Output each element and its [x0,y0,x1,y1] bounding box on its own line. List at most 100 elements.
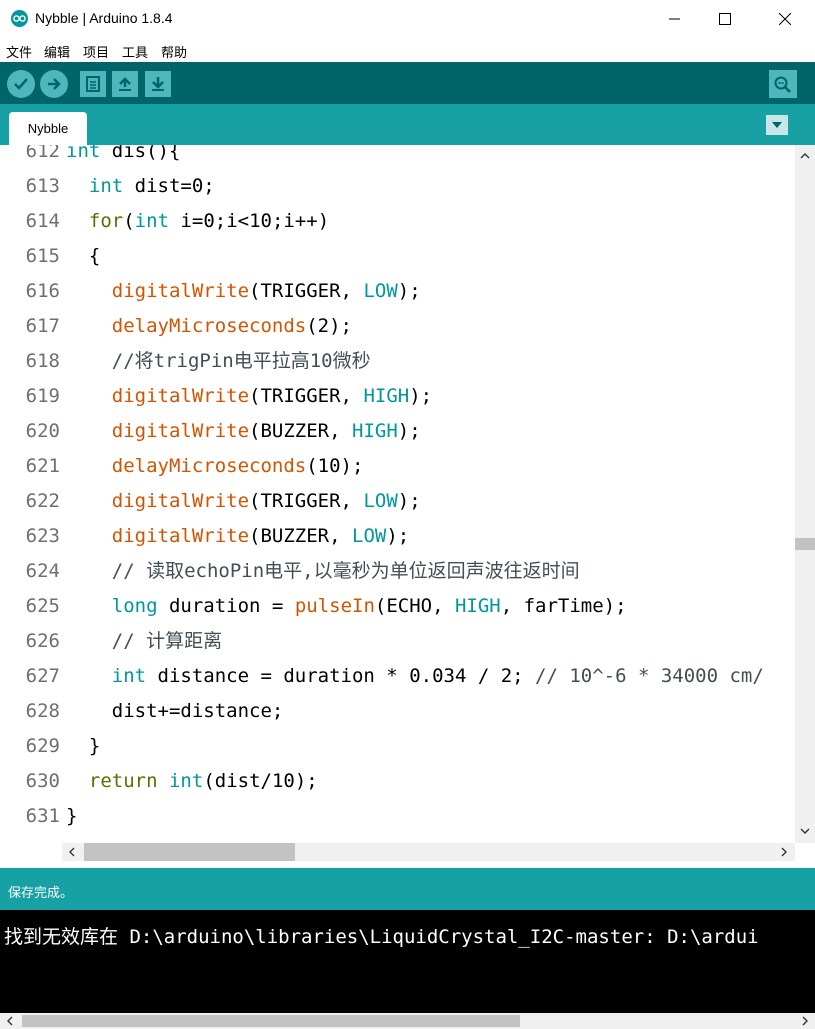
code-token: (ECHO, [374,595,455,617]
chevron-right-icon [781,847,787,857]
tab-menu-button[interactable] [766,115,788,135]
chevron-down-icon [800,828,810,834]
new-icon [86,76,100,92]
code-token-kw: int [168,770,204,792]
verify-icon [14,78,28,90]
close-icon [779,13,791,25]
code-text: for(int i=0;i<10;i++) [66,204,329,239]
code-token: ); [397,280,421,302]
line-number: 617 [25,315,60,337]
window-title: Nybble | Arduino 1.8.4 [35,10,173,26]
code-line[interactable]: 615 { [0,239,795,274]
code-token: dist=0; [123,175,215,197]
upload-button[interactable] [40,70,68,98]
close-button[interactable] [760,0,810,38]
code-token: , farTime); [500,595,627,617]
code-token: ); [409,385,433,407]
editor-vertical-scrollbar[interactable] [795,145,815,843]
minimize-button[interactable] [650,0,700,38]
save-button[interactable] [145,71,171,97]
console-scroll-right-button[interactable] [797,1013,813,1029]
code-editor[interactable]: 612 int dis(){613 int dist=0; 614 for(int … [0,145,815,868]
chevron-left-icon [69,847,75,857]
code-line[interactable]: 630 return int(dist/10); [0,764,795,799]
scroll-right-button[interactable] [774,843,794,861]
code-text: { [66,239,100,274]
code-line[interactable]: 624 // 读取echoPin电平,以毫秒为单位返回声波往返时间 [0,554,795,589]
tab-bar: Nybble [0,104,815,145]
line-number: 623 [25,525,60,547]
code-line[interactable]: 617 delayMicroseconds(2); [0,309,795,344]
menu-tools[interactable]: 工具 [122,42,148,61]
code-text: delayMicroseconds(2); [66,309,352,344]
code-line[interactable]: 621 delayMicroseconds(10); [0,449,795,484]
editor-horizontal-scroll-thumb[interactable] [84,843,295,861]
code-line[interactable]: 623 digitalWrite(BUZZER, LOW); [0,519,795,554]
tab-nybble[interactable]: Nybble [9,112,87,145]
code-line[interactable]: 614 for(int i=0;i<10;i++) [0,204,795,239]
code-text: //将trigPin电平拉高10微秒 [66,344,371,379]
menu-bar: 文件 编辑 项目 工具 帮助 [0,38,815,62]
line-number: 614 [25,210,60,232]
code-text: int distance = duration * 0.034 / 2; // … [66,659,764,694]
code-line[interactable]: 625 long duration = pulseIn(ECHO, HIGH, … [0,589,795,624]
code-line[interactable]: 622 digitalWrite(TRIGGER, LOW); [0,484,795,519]
code-token-kw: LOW [352,525,387,547]
open-button[interactable] [112,71,138,97]
open-icon [119,77,131,91]
code-token: (BUZZER, [249,420,352,442]
scroll-down-button[interactable] [795,823,815,839]
scroll-up-button[interactable] [795,148,815,164]
code-text: digitalWrite(BUZZER, LOW); [66,519,409,554]
code-token: ( [123,210,135,232]
maximize-icon [719,13,731,25]
code-line[interactable]: 612 int dis(){ [0,145,795,169]
status-message: 保存完成。 [8,886,74,901]
code-line[interactable]: 626 // 计算距离 [0,624,795,659]
code-line[interactable]: 631} [0,799,795,834]
code-line[interactable]: 616 digitalWrite(TRIGGER, LOW); [0,274,795,309]
code-text: digitalWrite(TRIGGER, HIGH); [66,379,432,414]
code-line[interactable]: 629 } [0,729,795,764]
code-line[interactable]: 618 //将trigPin电平拉高10微秒 [0,344,795,379]
code-line[interactable]: 613 int dist=0; [0,169,795,204]
serial-monitor-button[interactable] [769,70,797,98]
menu-edit[interactable]: 编辑 [44,42,70,61]
new-sketch-button[interactable] [80,71,106,97]
console-scroll-left-button[interactable] [2,1013,18,1029]
code-token: } [66,735,101,757]
menu-help[interactable]: 帮助 [161,42,187,61]
serial-monitor-icon [774,76,791,93]
line-number: 622 [25,490,60,512]
code-line[interactable]: 619 digitalWrite(TRIGGER, HIGH); [0,379,795,414]
editor-vertical-scroll-thumb[interactable] [795,538,815,550]
code-line[interactable]: 628 dist+=distance; [0,694,795,729]
code-token-kw: int [134,210,169,232]
code-line[interactable]: 620 digitalWrite(BUZZER, HIGH); [0,414,795,449]
maximize-button[interactable] [700,0,750,38]
code-token-cm: // 计算距离 [111,630,223,652]
scroll-left-button[interactable] [62,843,82,861]
menu-file[interactable]: 文件 [6,42,32,61]
code-token: (dist/10); [203,770,318,792]
console-horizontal-scroll-thumb[interactable] [22,1015,520,1027]
code-token-fn: delayMicroseconds [111,315,307,337]
menu-sketch[interactable]: 项目 [83,42,109,61]
code-token-fn: digitalWrite [111,280,250,302]
console-output[interactable]: 找到无效库在 D:\arduino\libraries\LiquidCrysta… [0,910,815,1029]
chevron-up-icon [800,153,810,159]
code-token-kw: int [66,145,101,162]
code-text: int dist=0; [66,169,215,204]
code-line[interactable]: 627 int distance = duration * 0.034 / 2;… [0,659,795,694]
code-text: } [66,729,100,764]
verify-button[interactable] [7,70,35,98]
code-token-kw: int [88,175,124,197]
